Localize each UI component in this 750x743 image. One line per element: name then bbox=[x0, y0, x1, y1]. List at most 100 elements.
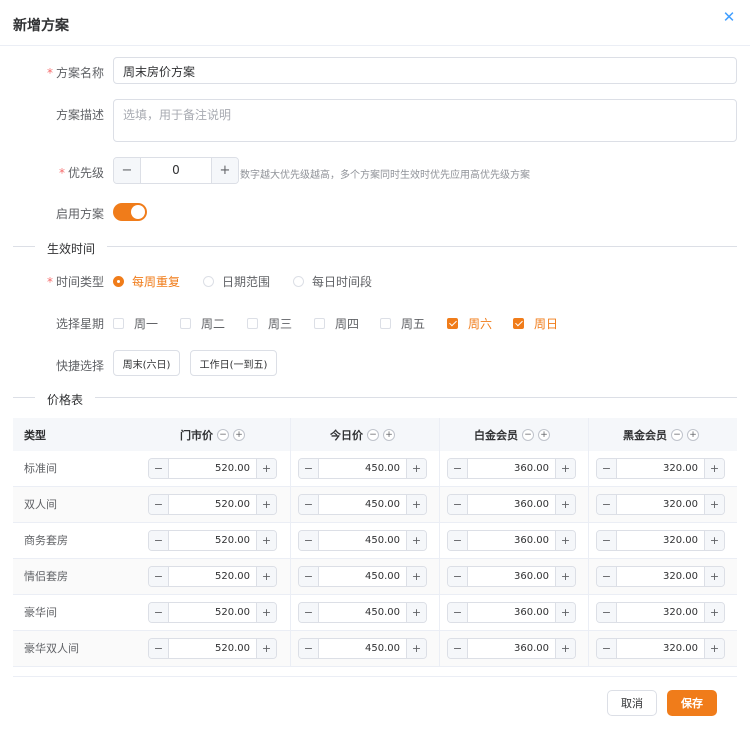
price-increase-button[interactable]: + bbox=[555, 603, 575, 622]
price-value[interactable]: 320.00 bbox=[617, 603, 704, 622]
cancel-button[interactable]: 取消 bbox=[607, 690, 657, 716]
price-increase-button[interactable]: + bbox=[704, 459, 724, 478]
price-increase-button[interactable]: + bbox=[555, 495, 575, 514]
price-stepper[interactable]: −520.00 + bbox=[148, 602, 277, 623]
price-decrease-button[interactable]: − bbox=[448, 639, 468, 658]
col-plus-icon[interactable]: + bbox=[233, 428, 245, 441]
price-decrease-button[interactable]: − bbox=[597, 603, 617, 622]
price-increase-button[interactable]: + bbox=[555, 567, 575, 586]
price-stepper[interactable]: −450.00 + bbox=[298, 494, 427, 515]
price-increase-button[interactable]: + bbox=[406, 531, 426, 550]
checkbox-fri[interactable]: 周五 bbox=[380, 315, 425, 332]
price-increase-button[interactable]: + bbox=[406, 459, 426, 478]
price-value[interactable]: 450.00 bbox=[319, 639, 406, 658]
col-minus-icon[interactable]: − bbox=[217, 428, 229, 441]
price-value[interactable]: 450.00 bbox=[319, 459, 406, 478]
price-decrease-button[interactable]: − bbox=[597, 459, 617, 478]
price-value[interactable]: 450.00 bbox=[319, 567, 406, 586]
price-increase-button[interactable]: + bbox=[555, 531, 575, 550]
price-value[interactable]: 360.00 bbox=[468, 531, 555, 550]
price-increase-button[interactable]: + bbox=[256, 531, 276, 550]
price-decrease-button[interactable]: − bbox=[149, 495, 169, 514]
quick-workday-button[interactable]: 工作日(一到五) bbox=[190, 350, 277, 376]
close-icon[interactable]: ✕ bbox=[722, 10, 736, 25]
price-stepper[interactable]: −360.00 + bbox=[447, 638, 576, 659]
price-stepper[interactable]: −450.00 + bbox=[298, 602, 427, 623]
price-decrease-button[interactable]: − bbox=[149, 531, 169, 550]
price-decrease-button[interactable]: − bbox=[299, 531, 319, 550]
price-increase-button[interactable]: + bbox=[406, 603, 426, 622]
price-decrease-button[interactable]: − bbox=[597, 639, 617, 658]
checkbox-wed[interactable]: 周三 bbox=[247, 315, 292, 332]
quick-weekend-button[interactable]: 周末(六日) bbox=[113, 350, 180, 376]
col-minus-icon[interactable]: − bbox=[671, 428, 683, 441]
price-value[interactable]: 360.00 bbox=[468, 495, 555, 514]
price-stepper[interactable]: −520.00 + bbox=[148, 530, 277, 551]
col-plus-icon[interactable]: + bbox=[687, 428, 699, 441]
price-decrease-button[interactable]: − bbox=[597, 531, 617, 550]
price-stepper[interactable]: −520.00 + bbox=[148, 494, 277, 515]
price-value[interactable]: 360.00 bbox=[468, 603, 555, 622]
price-value[interactable]: 520.00 bbox=[169, 531, 256, 550]
price-decrease-button[interactable]: − bbox=[149, 567, 169, 586]
col-minus-icon[interactable]: − bbox=[522, 428, 534, 441]
price-increase-button[interactable]: + bbox=[555, 639, 575, 658]
price-value[interactable]: 320.00 bbox=[617, 495, 704, 514]
price-value[interactable]: 450.00 bbox=[319, 495, 406, 514]
enable-switch[interactable] bbox=[113, 203, 147, 221]
price-decrease-button[interactable]: − bbox=[448, 567, 468, 586]
checkbox-sun[interactable]: 周日 bbox=[513, 315, 558, 332]
price-increase-button[interactable]: + bbox=[256, 459, 276, 478]
checkbox-tue[interactable]: 周二 bbox=[180, 315, 225, 332]
price-value[interactable]: 520.00 bbox=[169, 639, 256, 658]
price-decrease-button[interactable]: − bbox=[597, 567, 617, 586]
radio-weekly[interactable]: 每周重复 bbox=[113, 273, 180, 290]
price-decrease-button[interactable]: − bbox=[299, 603, 319, 622]
price-decrease-button[interactable]: − bbox=[448, 495, 468, 514]
price-value[interactable]: 320.00 bbox=[617, 567, 704, 586]
price-value[interactable]: 450.00 bbox=[319, 531, 406, 550]
col-minus-icon[interactable]: − bbox=[367, 428, 379, 441]
plan-desc-textarea[interactable]: 选填，用于备注说明 bbox=[113, 99, 737, 142]
price-value[interactable]: 450.00 bbox=[319, 603, 406, 622]
price-stepper[interactable]: −320.00 + bbox=[596, 494, 725, 515]
price-stepper[interactable]: −320.00 + bbox=[596, 530, 725, 551]
radio-date-range[interactable]: 日期范围 bbox=[203, 273, 270, 290]
priority-value[interactable]: 0 bbox=[141, 158, 211, 183]
price-stepper[interactable]: −320.00 + bbox=[596, 602, 725, 623]
price-value[interactable]: 320.00 bbox=[617, 531, 704, 550]
price-stepper[interactable]: −520.00 + bbox=[148, 638, 277, 659]
price-increase-button[interactable]: + bbox=[704, 531, 724, 550]
price-decrease-button[interactable]: − bbox=[299, 495, 319, 514]
price-value[interactable]: 520.00 bbox=[169, 603, 256, 622]
price-stepper[interactable]: −450.00 + bbox=[298, 566, 427, 587]
price-decrease-button[interactable]: − bbox=[597, 495, 617, 514]
price-value[interactable]: 520.00 bbox=[169, 459, 256, 478]
price-stepper[interactable]: −360.00 + bbox=[447, 566, 576, 587]
price-stepper[interactable]: −320.00 + bbox=[596, 638, 725, 659]
price-stepper[interactable]: −520.00 + bbox=[148, 458, 277, 479]
price-stepper[interactable]: −320.00 + bbox=[596, 458, 725, 479]
price-stepper[interactable]: −450.00 + bbox=[298, 530, 427, 551]
price-value[interactable]: 360.00 bbox=[468, 459, 555, 478]
price-decrease-button[interactable]: − bbox=[448, 459, 468, 478]
price-value[interactable]: 520.00 bbox=[169, 495, 256, 514]
plan-name-input[interactable]: 周末房价方案 bbox=[113, 57, 737, 84]
price-decrease-button[interactable]: − bbox=[149, 639, 169, 658]
price-increase-button[interactable]: + bbox=[406, 495, 426, 514]
priority-stepper[interactable]: − 0 + bbox=[113, 157, 239, 184]
price-decrease-button[interactable]: − bbox=[149, 603, 169, 622]
price-decrease-button[interactable]: − bbox=[448, 603, 468, 622]
price-increase-button[interactable]: + bbox=[555, 459, 575, 478]
price-increase-button[interactable]: + bbox=[256, 567, 276, 586]
price-increase-button[interactable]: + bbox=[256, 639, 276, 658]
price-decrease-button[interactable]: − bbox=[149, 459, 169, 478]
price-stepper[interactable]: −520.00 + bbox=[148, 566, 277, 587]
checkbox-sat[interactable]: 周六 bbox=[447, 315, 492, 332]
price-value[interactable]: 320.00 bbox=[617, 639, 704, 658]
price-increase-button[interactable]: + bbox=[406, 567, 426, 586]
price-increase-button[interactable]: + bbox=[256, 495, 276, 514]
price-decrease-button[interactable]: − bbox=[299, 639, 319, 658]
price-increase-button[interactable]: + bbox=[406, 639, 426, 658]
radio-daily-period[interactable]: 每日时间段 bbox=[293, 273, 372, 290]
